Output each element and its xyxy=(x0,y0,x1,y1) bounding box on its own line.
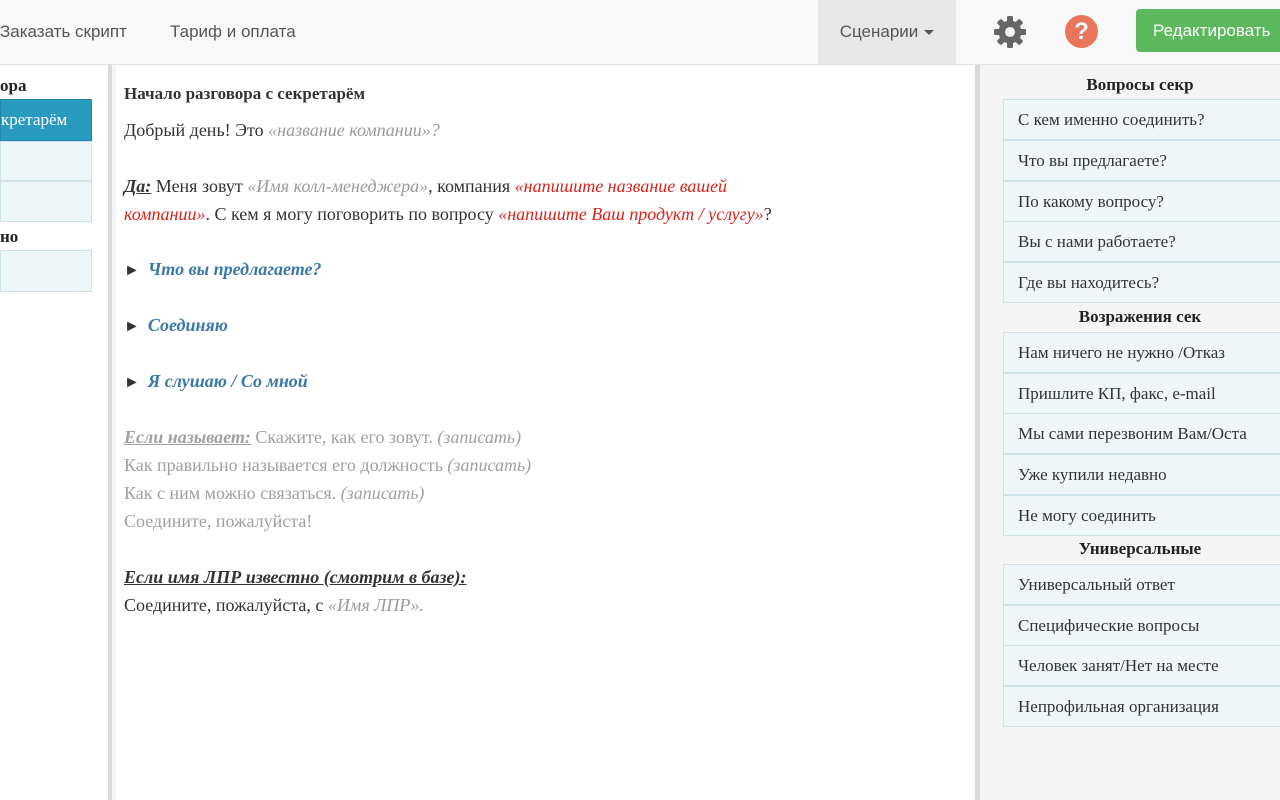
nav-scenarios-dropdown[interactable]: Сценарии xyxy=(818,0,956,64)
universal-item-answer[interactable]: Универсальный ответ xyxy=(1003,564,1280,605)
record-note: (записать) xyxy=(340,483,425,503)
question-mark: ? xyxy=(430,120,440,140)
left-sidebar: ора кретарём но xyxy=(0,65,112,800)
record-note: (записать) xyxy=(447,455,532,475)
objection-item-not-needed[interactable]: Нам ничего не нужно /Отказ xyxy=(1003,332,1280,373)
yes-line-1: Да: Меня зовут «Имя колл-менеджера», ком… xyxy=(124,172,727,200)
objection-item-send-offer[interactable]: Пришлите КП, факс, e-mail xyxy=(1003,373,1280,414)
universal-item-non-core[interactable]: Непрофильная организация xyxy=(1003,686,1280,727)
edit-button[interactable]: Редактировать xyxy=(1136,9,1280,52)
yes-text-3: . С кем я могу поговорить по вопросу xyxy=(205,204,499,224)
left-item-secretary-active[interactable]: кретарём xyxy=(0,99,92,141)
yes-text-1: Меня зовут xyxy=(151,176,248,196)
triangle-right-icon: ► xyxy=(124,318,140,335)
objection-item-already-bought[interactable]: Уже купили недавно xyxy=(1003,454,1280,495)
company-placeholder: «название компании» xyxy=(268,120,431,140)
own-company-placeholder: «напишите название вашей xyxy=(514,176,728,196)
question-item-location[interactable]: Где вы находитесь? xyxy=(1003,262,1280,303)
question-item-which-issue[interactable]: По какому вопросу? xyxy=(1003,181,1280,222)
question-item-work-with-us[interactable]: Вы с нами работаете? xyxy=(1003,221,1280,262)
universal-item-busy[interactable]: Человек занят/Нет на месте xyxy=(1003,645,1280,686)
left-item-label: кретарём xyxy=(1,110,68,129)
universal-item-specific[interactable]: Специфические вопросы xyxy=(1003,605,1280,646)
yes-text-2: , компания xyxy=(428,176,515,196)
own-company-placeholder-end: компании» xyxy=(124,204,206,224)
triangle-right-icon: ► xyxy=(124,262,140,279)
left-section-heading-2: но xyxy=(0,227,19,246)
branch-item[interactable]: ► Я слушаю / Со мной xyxy=(124,367,308,397)
gear-icon[interactable] xyxy=(992,14,1028,50)
greeting-line: Добрый день! Это «название компании»? xyxy=(124,116,440,144)
period: . xyxy=(419,595,424,615)
universal-heading: Универсальные xyxy=(1078,539,1202,558)
questions-heading: Вопросы секр xyxy=(1086,75,1194,94)
if-named-line-4: Соедините, пожалуйста! xyxy=(124,511,313,531)
question-item-who-connect[interactable]: С кем именно соединить? xyxy=(1003,99,1280,140)
nav-scenarios-label: Сценарии xyxy=(839,22,919,41)
if-known-heading: Если имя ЛПР известно (смотрим в базе): xyxy=(124,563,466,591)
help-icon[interactable]: ? xyxy=(1065,15,1098,48)
script-content: Начало разговора с секретарём Добрый ден… xyxy=(116,65,980,800)
product-placeholder: «напишите Ваш продукт / услугу» xyxy=(498,204,764,224)
objection-item-call-back[interactable]: Мы сами перезвоним Вам/Оста xyxy=(1003,413,1280,454)
if-named-line-2: Как правильно называется его должность (… xyxy=(124,451,531,479)
if-named-text-1: Скажите, как его зовут. xyxy=(250,427,438,447)
branch-item[interactable]: ► Соединяю xyxy=(124,311,228,341)
record-note: (записать) xyxy=(437,427,522,447)
caret-down-icon xyxy=(924,30,935,36)
yes-label: Да: xyxy=(124,176,152,196)
if-named-text-3: Как с ним можно связаться. xyxy=(124,483,341,503)
top-navbar: Заказать скрипт Тариф и оплата Сценарии … xyxy=(0,0,1280,65)
branch-link-listening[interactable]: Я слушаю / Со мной xyxy=(148,371,308,391)
greeting-text: Добрый день! Это xyxy=(124,120,269,140)
if-named-line-3: Как с ним можно связаться. (записать) xyxy=(124,479,424,507)
triangle-right-icon: ► xyxy=(124,374,140,391)
if-known-label: Если имя ЛПР известно (смотрим в базе): xyxy=(124,567,467,587)
left-item-4[interactable] xyxy=(0,250,92,292)
if-known-line: Соедините, пожалуйста, с «Имя ЛПР». xyxy=(124,591,424,619)
branch-item[interactable]: ► Что вы предлагаете? xyxy=(124,255,321,285)
left-item-2[interactable] xyxy=(0,141,92,181)
branch-link-what-offer[interactable]: Что вы предлагаете? xyxy=(148,259,322,279)
objection-item-cannot-connect[interactable]: Не могу соединить xyxy=(1003,495,1280,536)
if-known-text: Соедините, пожалуйста, с xyxy=(124,595,328,615)
left-section-heading: ора xyxy=(0,76,27,95)
decision-maker-placeholder: «Имя ЛПР» xyxy=(327,595,420,615)
branch-link-connecting[interactable]: Соединяю xyxy=(148,315,228,335)
script-title: Начало разговора с секретарём xyxy=(124,84,366,103)
if-named-text-2: Как правильно называется его должность xyxy=(124,455,448,475)
if-named-line-1: Если называет: Скажите, как его зовут. (… xyxy=(124,423,521,451)
manager-placeholder: «Имя колл-менеджера» xyxy=(247,176,429,196)
yes-line-2: компании». С кем я могу поговорить по во… xyxy=(124,200,772,228)
if-named-label: Если называет: xyxy=(124,427,251,447)
yes-end: ? xyxy=(763,204,772,224)
left-item-3[interactable] xyxy=(0,181,92,222)
right-sidebar: Вопросы секр С кем именно соединить? Что… xyxy=(985,65,1280,800)
nav-tariff[interactable]: Тариф и оплата xyxy=(170,0,296,64)
nav-order-script[interactable]: Заказать скрипт xyxy=(0,0,127,64)
question-item-what-offer[interactable]: Что вы предлагаете? xyxy=(1003,140,1280,181)
objections-heading: Возражения сек xyxy=(1078,307,1202,326)
